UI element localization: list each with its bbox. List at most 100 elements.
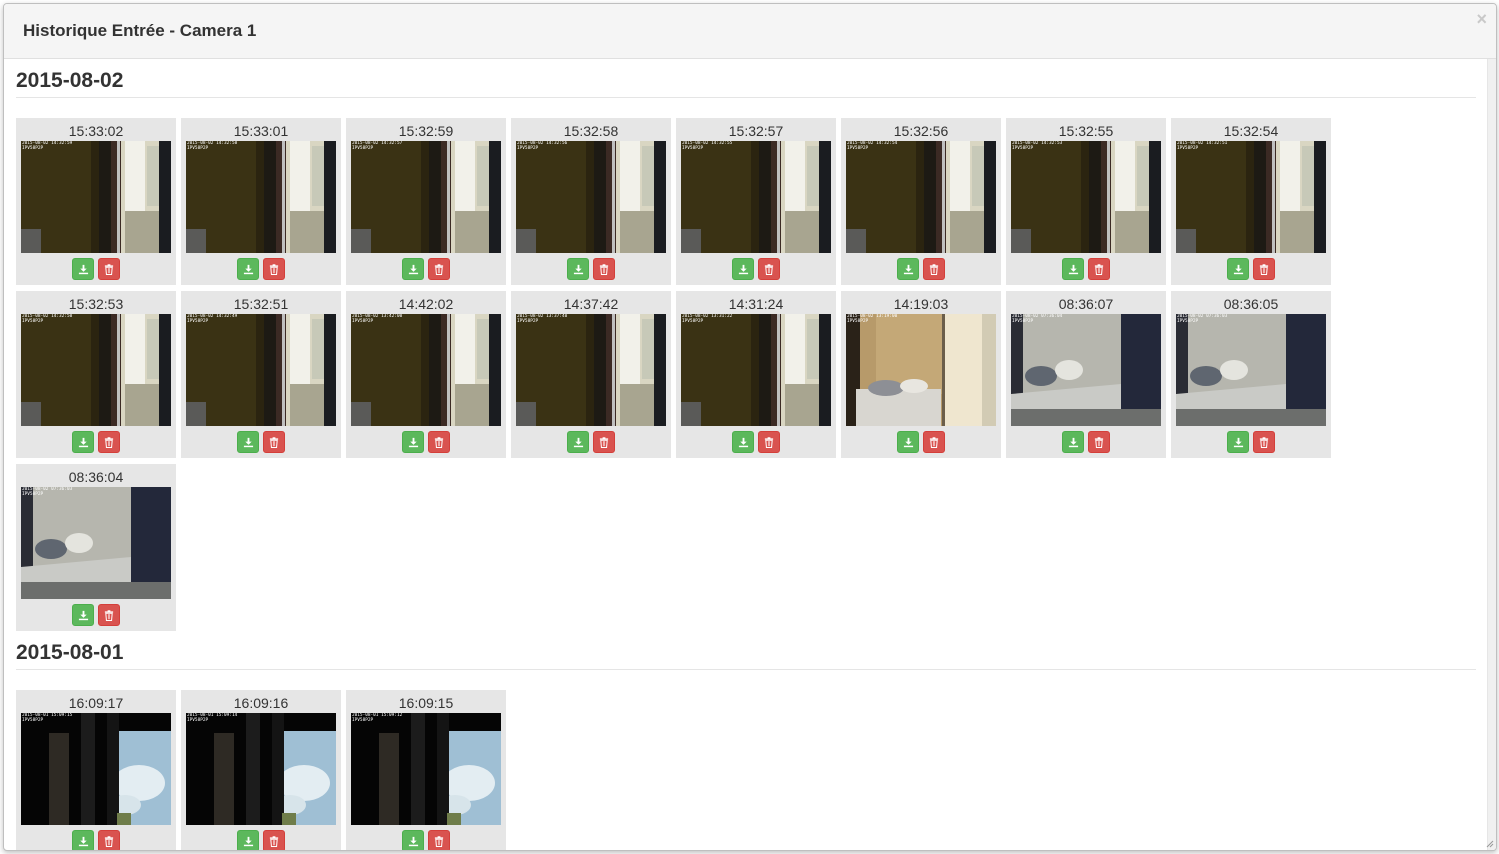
- delete-button[interactable]: [428, 258, 450, 280]
- download-button[interactable]: [732, 258, 754, 280]
- download-button[interactable]: [567, 258, 589, 280]
- snapshot-image[interactable]: 2015-08-02 14:32:49 IPV58P2P: [186, 314, 336, 426]
- trash-icon: [1094, 436, 1104, 448]
- download-button[interactable]: [237, 830, 259, 850]
- snapshot-image[interactable]: 2015-08-02 14:32:57 IPV58P2P: [351, 141, 501, 253]
- delete-button[interactable]: [1253, 431, 1275, 453]
- download-icon: [243, 437, 254, 448]
- snapshot-image[interactable]: 2015-08-02 07:36:03 IPV58P2P: [21, 487, 171, 599]
- day-title: 2015-08-02: [16, 59, 1476, 98]
- download-button[interactable]: [1227, 258, 1249, 280]
- delete-button[interactable]: [263, 431, 285, 453]
- day-list: 2015-08-02 15:33:02 2015-08-02 14:32:59 IPV…: [4, 59, 1496, 850]
- resize-grip-icon[interactable]: [1486, 840, 1494, 848]
- snapshot-time: 15:32:51: [233, 296, 289, 312]
- overlay-camera-label: IPV58P2P: [682, 319, 704, 324]
- download-icon: [573, 437, 584, 448]
- delete-button[interactable]: [1088, 431, 1110, 453]
- image-timestamp-overlay: 2015-08-02 13:31:22 IPV58P2P: [682, 314, 732, 324]
- download-button[interactable]: [72, 604, 94, 626]
- snapshot-image[interactable]: 2015-08-01 15:09:12 IPV58P2P: [351, 713, 501, 825]
- snapshot-card: 15:33:01 2015-08-02 14:32:58 IPV58P2P: [181, 118, 341, 285]
- trash-icon: [104, 835, 114, 847]
- image-timestamp-overlay: 2015-08-02 14:32:58 IPV58P2P: [187, 141, 237, 151]
- snapshot-image[interactable]: 2015-08-02 07:36:04 IPV58P2P: [1011, 314, 1161, 426]
- download-button[interactable]: [732, 431, 754, 453]
- download-button[interactable]: [72, 830, 94, 850]
- overlay-camera-label: IPV58P2P: [1177, 319, 1199, 324]
- snapshot-actions: [841, 258, 1001, 280]
- snapshot-image[interactable]: 2015-08-02 13:37:40 IPV58P2P: [516, 314, 666, 426]
- snapshot-image[interactable]: 2015-08-02 14:32:58 IPV58P2P: [186, 141, 336, 253]
- day-title: 2015-08-01: [16, 631, 1476, 670]
- snapshot-image[interactable]: 2015-08-02 14:32:56 IPV58P2P: [516, 141, 666, 253]
- snapshot-image[interactable]: 2015-08-02 07:36:03 IPV58P2P: [1176, 314, 1326, 426]
- snapshot-actions: [1006, 258, 1166, 280]
- snapshot-image[interactable]: 2015-08-02 14:32:55 IPV58P2P: [681, 141, 831, 253]
- download-button[interactable]: [402, 431, 424, 453]
- snapshot-time: 14:19:03: [893, 296, 949, 312]
- download-button[interactable]: [1062, 431, 1084, 453]
- overlay-camera-label: IPV58P2P: [847, 146, 869, 151]
- snapshot-image[interactable]: 2015-08-02 14:32:53 IPV58P2P: [1011, 141, 1161, 253]
- snapshot-image[interactable]: 2015-08-02 14:32:51 IPV58P2P: [1176, 141, 1326, 253]
- snapshot-image[interactable]: 2015-08-02 13:42:00 IPV58P2P: [351, 314, 501, 426]
- snapshot-actions: [181, 830, 341, 850]
- delete-button[interactable]: [428, 830, 450, 850]
- delete-button[interactable]: [98, 604, 120, 626]
- overlay-camera-label: IPV58P2P: [682, 146, 704, 151]
- download-button[interactable]: [72, 258, 94, 280]
- image-timestamp-overlay: 2015-08-02 14:32:49 IPV58P2P: [187, 314, 237, 324]
- snapshot-image[interactable]: 2015-08-02 14:32:59 IPV58P2P: [21, 141, 171, 253]
- delete-button[interactable]: [428, 431, 450, 453]
- image-timestamp-overlay: 2015-08-02 14:32:53 IPV58P2P: [1012, 141, 1062, 151]
- trash-icon: [599, 436, 609, 448]
- delete-button[interactable]: [263, 258, 285, 280]
- snapshot-time: 08:36:07: [1058, 296, 1114, 312]
- delete-button[interactable]: [593, 258, 615, 280]
- download-button[interactable]: [237, 431, 259, 453]
- download-button[interactable]: [897, 258, 919, 280]
- download-button[interactable]: [1227, 431, 1249, 453]
- download-button[interactable]: [567, 431, 589, 453]
- delete-button[interactable]: [593, 431, 615, 453]
- delete-button[interactable]: [923, 258, 945, 280]
- delete-button[interactable]: [923, 431, 945, 453]
- delete-button[interactable]: [98, 258, 120, 280]
- delete-button[interactable]: [1088, 258, 1110, 280]
- overlay-camera-label: IPV58P2P: [1012, 146, 1034, 151]
- snapshot-actions: [16, 830, 176, 850]
- delete-button[interactable]: [758, 258, 780, 280]
- image-timestamp-overlay: 2015-08-02 14:32:55 IPV58P2P: [682, 141, 732, 151]
- overlay-camera-label: IPV58P2P: [1012, 319, 1034, 324]
- close-button[interactable]: ×: [1476, 10, 1487, 28]
- snapshot-image[interactable]: 2015-08-02 14:32:54 IPV58P2P: [846, 141, 996, 253]
- delete-button[interactable]: [758, 431, 780, 453]
- snapshot-image[interactable]: 2015-08-02 13:31:22 IPV58P2P: [681, 314, 831, 426]
- scrollbar[interactable]: [1487, 59, 1496, 850]
- delete-button[interactable]: [263, 830, 285, 850]
- download-button[interactable]: [402, 830, 424, 850]
- trash-icon: [764, 436, 774, 448]
- snapshot-actions: [676, 258, 836, 280]
- snapshot-image[interactable]: 2015-08-01 15:09:14 IPV58P2P: [186, 713, 336, 825]
- download-button[interactable]: [72, 431, 94, 453]
- image-timestamp-overlay: 2015-08-01 15:09:15 IPV58P2P: [22, 713, 72, 723]
- download-button[interactable]: [237, 258, 259, 280]
- snapshot-time: 16:09:15: [398, 695, 454, 711]
- download-button[interactable]: [897, 431, 919, 453]
- trash-icon: [434, 436, 444, 448]
- snapshot-card: 16:09:17 2015-08-01 15:09:15 IPV58P2P: [16, 690, 176, 850]
- snapshot-image[interactable]: 2015-08-01 15:09:15 IPV58P2P: [21, 713, 171, 825]
- snapshot-time: 15:32:58: [563, 123, 619, 139]
- snapshot-time: 15:32:56: [893, 123, 949, 139]
- delete-button[interactable]: [98, 431, 120, 453]
- image-timestamp-overlay: 2015-08-02 14:32:59 IPV58P2P: [22, 141, 72, 151]
- delete-button[interactable]: [98, 830, 120, 850]
- delete-button[interactable]: [1253, 258, 1275, 280]
- download-button[interactable]: [1062, 258, 1084, 280]
- snapshot-image[interactable]: 2015-08-02 14:32:50 IPV58P2P: [21, 314, 171, 426]
- overlay-camera-label: IPV58P2P: [517, 319, 539, 324]
- snapshot-image[interactable]: 2015-08-02 13:19:00 IPV58P2P: [846, 314, 996, 426]
- download-button[interactable]: [402, 258, 424, 280]
